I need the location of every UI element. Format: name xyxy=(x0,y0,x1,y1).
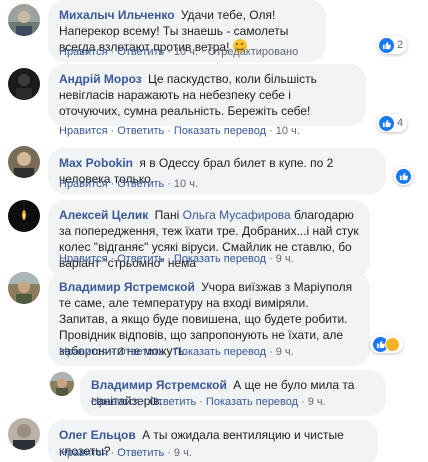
comment-author[interactable]: Андрій Мороз xyxy=(59,72,142,86)
like-link[interactable]: Нравится xyxy=(59,346,108,358)
like-link[interactable]: Нравится xyxy=(59,178,108,190)
like-icon xyxy=(379,37,394,53)
like-link[interactable]: Нравится xyxy=(59,46,108,58)
reply-link[interactable]: Ответить xyxy=(117,346,164,358)
comment-actions: Нравится · Ответить · Показать перевод · 9 ч. xyxy=(59,253,294,265)
comment-bubble: Андрій Мороз Це паскудство, коли більшіс… xyxy=(48,64,366,126)
avatar[interactable] xyxy=(8,68,40,100)
comment-author[interactable]: Max Pobokin xyxy=(59,156,133,170)
like-link[interactable]: Нравится xyxy=(59,125,108,137)
comment-author[interactable]: Владимир Ястремской xyxy=(91,378,227,392)
comment-actions: Нравится · Ответить · 10 ч. xyxy=(59,178,199,190)
comment-actions: Нравится · Ответить · Показать перевод · 10 ч. xyxy=(59,125,300,137)
haha-icon xyxy=(385,336,400,352)
like-link[interactable]: Нравится xyxy=(59,447,108,459)
comment-actions: Нравится · Ответить · 9 ч. xyxy=(59,447,192,459)
reply-link[interactable]: Ответить xyxy=(117,253,164,265)
avatar[interactable] xyxy=(8,146,40,178)
comment-time[interactable]: 10 ч. xyxy=(174,178,198,190)
comment-actions: Нравится · Ответить · Показать перевод · 9 ч. xyxy=(91,396,326,408)
comment-time[interactable]: 9 ч. xyxy=(276,346,294,358)
like-link[interactable]: Нравится xyxy=(59,253,108,265)
reply-link[interactable]: Ответить xyxy=(117,46,164,58)
reactions-count: 2 xyxy=(397,39,404,51)
comment-actions: Нравится · Ответить · 10 ч. · Отредактировано xyxy=(59,46,299,58)
reactions-count: 4 xyxy=(397,117,404,129)
reply-link[interactable]: Ответить xyxy=(149,396,196,408)
reactions-summary[interactable]: 2 xyxy=(377,36,408,54)
comment-text-prefix: Пані xyxy=(154,208,180,222)
comment-author[interactable]: Михалыч Ильченко xyxy=(59,8,175,22)
comment-bubble: Алексей Целик Пані Ольга Мусафирова благ… xyxy=(48,200,370,278)
show-translation-link[interactable]: Показать перевод xyxy=(174,346,266,358)
reply-link[interactable]: Ответить xyxy=(117,447,164,459)
like-icon xyxy=(396,168,411,184)
comment-time[interactable]: 9 ч. xyxy=(276,253,294,265)
comment-time[interactable]: 10 ч. xyxy=(276,125,300,137)
comment-author[interactable]: Владимир Ястремской xyxy=(59,280,195,294)
reply-link[interactable]: Ответить xyxy=(117,125,164,137)
comment-author[interactable]: Олег Ельцов xyxy=(59,428,136,442)
mention-link[interactable]: Ольга Мусафирова xyxy=(183,208,291,222)
show-translation-link[interactable]: Показать перевод xyxy=(174,253,266,265)
reactions-summary[interactable] xyxy=(370,335,403,353)
reactions-summary[interactable]: 4 xyxy=(377,114,408,132)
comment-bubble: Владимир Ястремской А ще не було мила та… xyxy=(80,370,386,416)
like-link[interactable]: Нравится xyxy=(91,396,140,408)
reactions-summary[interactable] xyxy=(394,167,413,185)
comment-time[interactable]: 9 ч. xyxy=(174,447,192,459)
avatar[interactable] xyxy=(8,418,40,450)
reply-link[interactable]: Ответить xyxy=(117,178,164,190)
comment-time[interactable]: 9 ч. xyxy=(308,396,326,408)
comment-author[interactable]: Алексей Целик xyxy=(59,208,148,222)
comment-time[interactable]: 10 ч. xyxy=(174,46,198,58)
avatar[interactable] xyxy=(8,272,40,304)
edited-label: Отредактировано xyxy=(207,46,299,58)
avatar[interactable] xyxy=(8,4,40,36)
avatar[interactable] xyxy=(50,372,74,396)
avatar[interactable] xyxy=(8,200,40,232)
show-translation-link[interactable]: Показать перевод xyxy=(174,125,266,137)
show-translation-link[interactable]: Показать перевод xyxy=(206,396,298,408)
comment-actions: Нравится · Ответить · Показать перевод · 9 ч. xyxy=(59,346,294,358)
like-icon xyxy=(379,115,394,131)
